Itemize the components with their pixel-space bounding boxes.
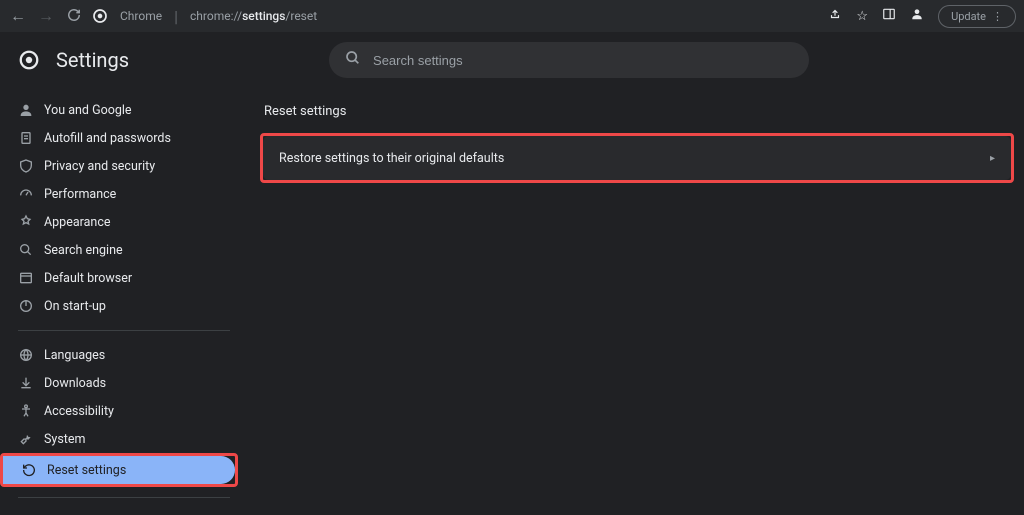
- search-icon: [345, 50, 361, 70]
- wrench-icon: [18, 431, 44, 447]
- panel-icon[interactable]: [882, 7, 896, 25]
- sidebar-item-label: Autofill and passwords: [44, 131, 171, 146]
- shield-icon: [18, 158, 44, 174]
- sidebar-item-label: You and Google: [44, 103, 132, 118]
- toolbar-divider: |: [174, 7, 178, 26]
- share-icon[interactable]: [828, 7, 842, 25]
- sidebar-item-reset-settings[interactable]: Reset settings: [3, 456, 235, 484]
- sidebar-item-label: Downloads: [44, 376, 106, 391]
- card-label: Restore settings to their original defau…: [279, 151, 990, 166]
- settings-chrome-icon: [18, 49, 40, 71]
- sidebar-item-label: System: [44, 432, 85, 447]
- page-header: Settings: [0, 32, 1024, 88]
- sidebar-separator: [18, 497, 230, 498]
- sidebar-item-label: Languages: [44, 348, 105, 363]
- highlight-annotation: Restore settings to their original defau…: [260, 133, 1014, 183]
- sidebar-item-label: Reset settings: [47, 463, 126, 478]
- sidebar-item-default-browser[interactable]: Default browser: [0, 264, 238, 292]
- sidebar-separator: [18, 330, 230, 331]
- sidebar-item-label: On start-up: [44, 299, 106, 314]
- sidebar-item-appearance[interactable]: Appearance: [0, 208, 238, 236]
- section-title: Reset settings: [260, 104, 1014, 119]
- chrome-icon: [92, 8, 108, 24]
- sidebar-item-search-engine[interactable]: Search engine: [0, 236, 238, 264]
- speedometer-icon: [18, 186, 44, 202]
- clipboard-icon: [18, 130, 44, 146]
- sidebar-item-label: Accessibility: [44, 404, 114, 419]
- sidebar-item-languages[interactable]: Languages: [0, 341, 238, 369]
- back-button[interactable]: ←: [8, 6, 28, 26]
- search-icon: [18, 242, 44, 258]
- sidebar-item-you-and-google[interactable]: You and Google: [0, 96, 238, 124]
- sidebar-item-label: Search engine: [44, 243, 123, 258]
- sidebar-item-system[interactable]: System: [0, 425, 238, 453]
- sidebar-item-extensions[interactable]: Extensions: [0, 508, 238, 515]
- globe-icon: [18, 347, 44, 363]
- browser-toolbar: ← → Chrome | chrome://settings/reset ☆ U…: [0, 0, 1024, 32]
- page-title: Settings: [56, 48, 129, 72]
- forward-button[interactable]: →: [36, 6, 56, 26]
- update-button[interactable]: Update ⋮: [938, 5, 1016, 28]
- search-container[interactable]: [329, 42, 809, 78]
- restore-defaults-card[interactable]: Restore settings to their original defau…: [263, 136, 1011, 180]
- sidebar-item-accessibility[interactable]: Accessibility: [0, 397, 238, 425]
- palette-icon: [18, 214, 44, 230]
- person-icon: [18, 102, 44, 118]
- restore-icon: [21, 462, 47, 478]
- sidebar-item-autofill[interactable]: Autofill and passwords: [0, 124, 238, 152]
- sidebar-item-label: Default browser: [44, 271, 132, 286]
- address-bar[interactable]: chrome://settings/reset: [190, 9, 317, 23]
- power-icon: [18, 298, 44, 314]
- sidebar-item-downloads[interactable]: Downloads: [0, 369, 238, 397]
- sidebar-item-label: Privacy and security: [44, 159, 155, 174]
- reload-button[interactable]: [64, 7, 84, 26]
- profile-icon[interactable]: [910, 7, 924, 25]
- main-content: Reset settings Restore settings to their…: [250, 88, 1024, 515]
- browser-icon: [18, 270, 44, 286]
- sidebar-item-on-startup[interactable]: On start-up: [0, 292, 238, 320]
- download-icon: [18, 375, 44, 391]
- browser-name-label: Chrome: [120, 9, 162, 23]
- sidebar-item-label: Performance: [44, 187, 116, 202]
- search-input[interactable]: [373, 53, 793, 68]
- highlight-annotation: Reset settings: [0, 453, 238, 487]
- chevron-right-icon: ▸: [990, 153, 995, 164]
- sidebar-item-privacy[interactable]: Privacy and security: [0, 152, 238, 180]
- sidebar-item-performance[interactable]: Performance: [0, 180, 238, 208]
- accessibility-icon: [18, 403, 44, 419]
- bookmark-icon[interactable]: ☆: [856, 9, 868, 24]
- sidebar-item-label: Appearance: [44, 215, 111, 230]
- sidebar: You and Google Autofill and passwords Pr…: [0, 88, 250, 515]
- menu-dots-icon: ⋮: [992, 10, 1003, 23]
